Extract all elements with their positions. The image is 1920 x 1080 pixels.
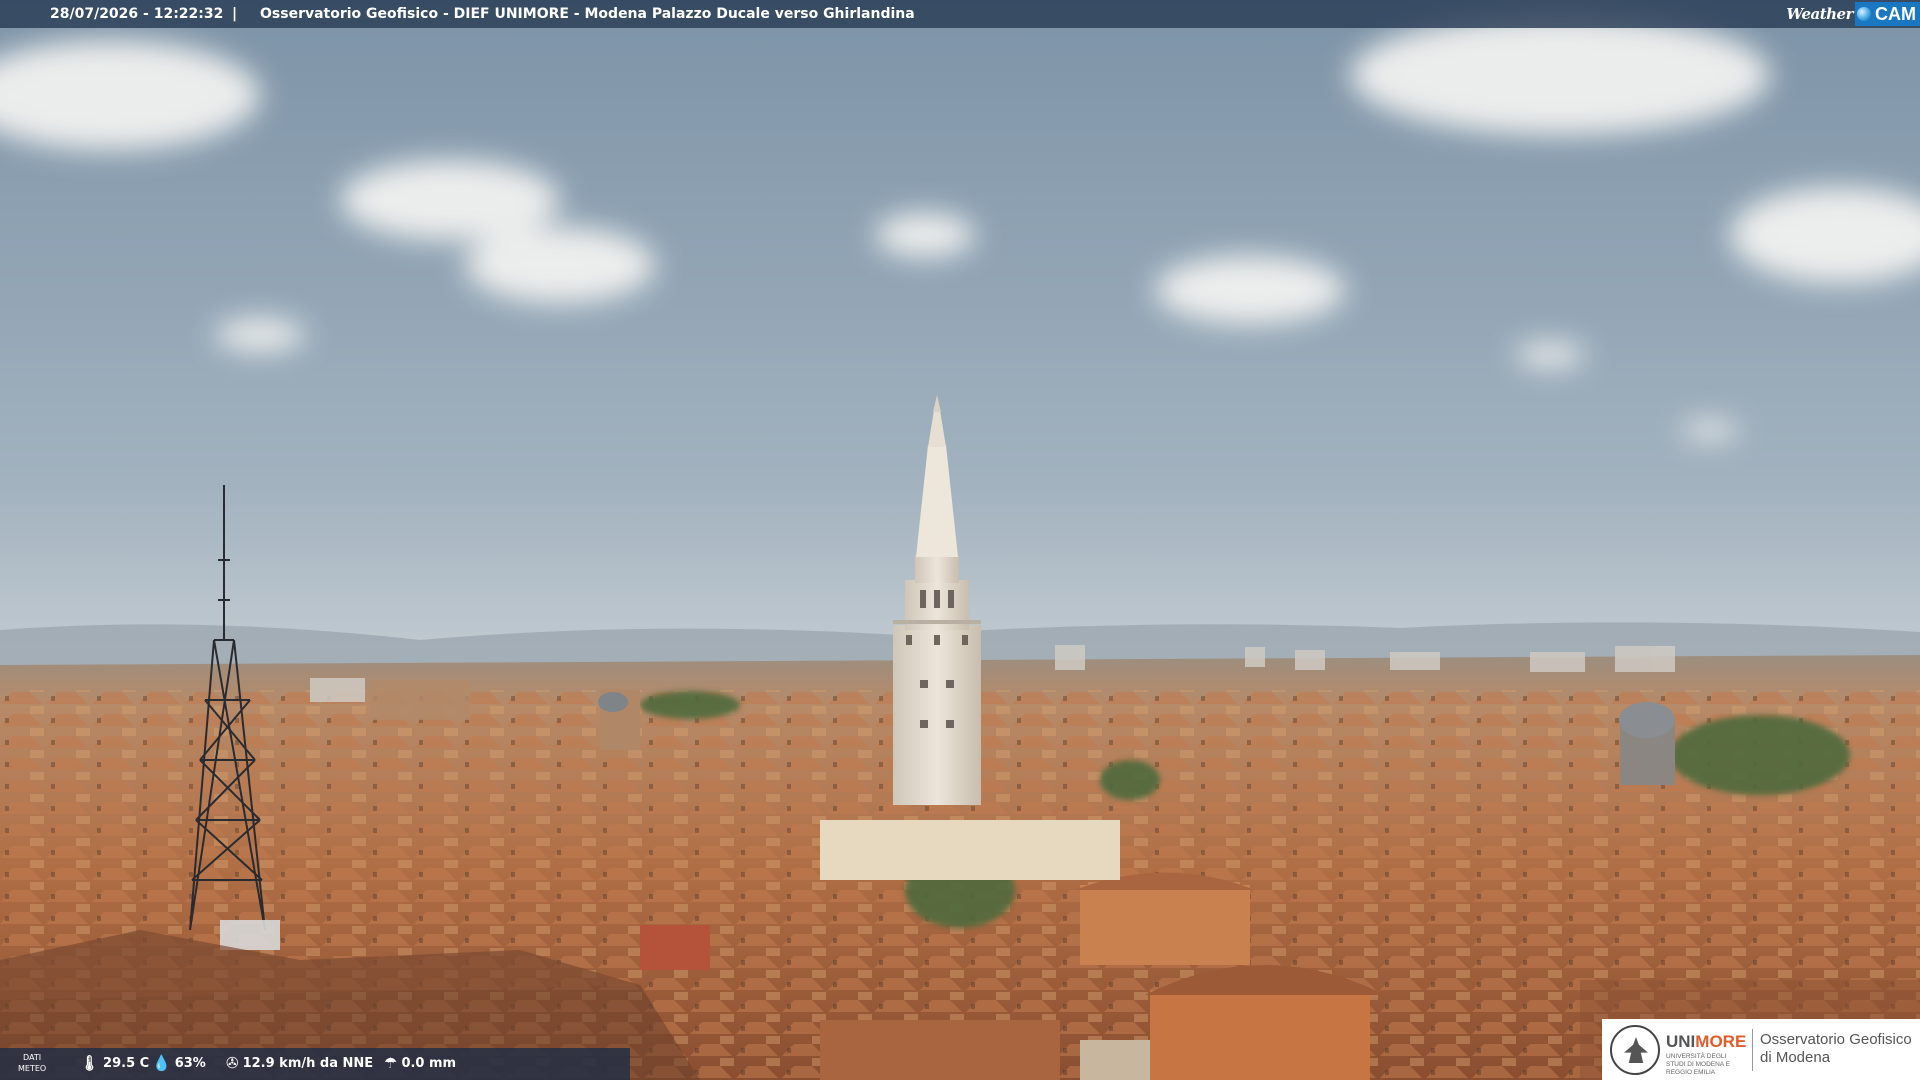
temperature-reading: 🌡 29.5 C [80, 1054, 150, 1072]
header-separator: | [232, 6, 238, 22]
brand-cam-badge: CAM [1855, 2, 1920, 26]
unimore-observatory-logo: UNIMORE UNIVERSITÀ DEGLI STUDI DI MODENA… [1602, 1019, 1920, 1080]
weathercam-logo: Weather CAM [1786, 0, 1920, 28]
rain-reading: ☂ 0.0 mm [384, 1054, 457, 1072]
observatory-name: Osservatorio Geofisico di Modena [1760, 1031, 1912, 1066]
brand-cam-text: CAM [1875, 3, 1916, 24]
logo-divider [1752, 1029, 1753, 1071]
university-seal-icon [1610, 1025, 1660, 1075]
rain-gauge-icon: ☂ [384, 1054, 398, 1072]
unimore-wordmark: UNIMORE [1666, 1032, 1747, 1051]
humidity-drop-icon: 💧 [152, 1054, 171, 1072]
wind-turbine-icon: ✇ [226, 1054, 239, 1072]
brand-weather-text: Weather [1786, 5, 1853, 23]
thermometer-icon: 🌡 [80, 1054, 100, 1072]
timestamp: 28/07/2026 - 12:22:32 [50, 6, 224, 22]
webcam-image [0, 0, 1920, 1080]
camera-title: Osservatorio Geofisico - DIEF UNIMORE - … [260, 6, 915, 22]
humidity-reading: 💧 63% [152, 1054, 206, 1072]
meteo-data-bar: DATI METEO 🌡 29.5 C 💧 63% ✇ 12.9 km/h da… [0, 1048, 630, 1080]
unimore-subtitle: UNIVERSITÀ DEGLI STUDI DI MODENA E REGGI… [1666, 1053, 1730, 1076]
globe-icon [1857, 7, 1871, 21]
webcam-header-bar: 28/07/2026 - 12:22:32 | Osservatorio Geo… [0, 0, 1920, 28]
wind-reading: ✇ 12.9 km/h da NNE [226, 1054, 374, 1072]
meteo-label: DATI METEO [18, 1053, 47, 1073]
